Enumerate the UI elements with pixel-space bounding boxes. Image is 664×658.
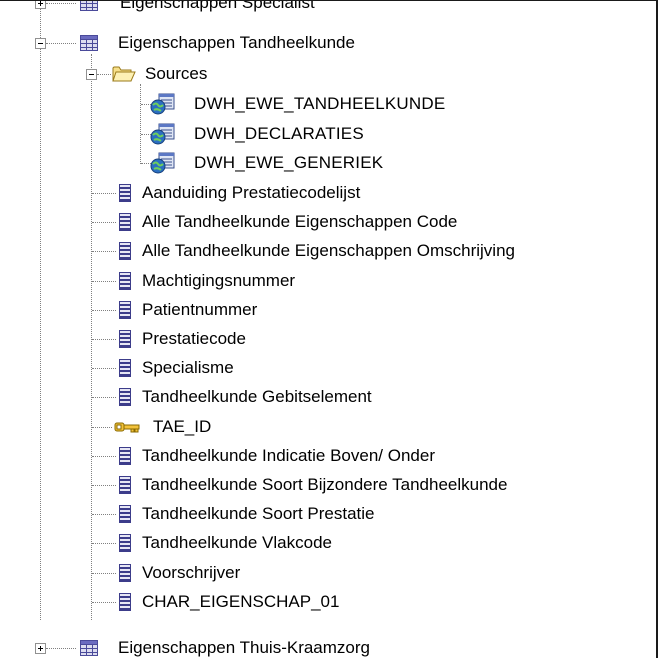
attribute-icon [119, 592, 131, 611]
tree-item-source[interactable]: DWH_DECLARATIES [0, 119, 656, 149]
tree-item-label: Eigenschappen Thuis-Kraamzorg [118, 638, 370, 657]
table-icon [80, 35, 98, 51]
tree-item-label: Eigenschappen Specialist [120, 0, 315, 12]
tree-item-attribute[interactable]: Patientnummer [0, 295, 656, 325]
attribute-icon [119, 534, 131, 553]
tree-item-label: Prestatiecode [142, 329, 246, 348]
tree-item-attribute[interactable]: Specialisme [0, 353, 656, 383]
tree-item-attribute[interactable]: Machtigingsnummer [0, 266, 656, 296]
tree-item-label: Machtigingsnummer [142, 270, 296, 290]
tree-item-attribute[interactable]: CHAR_EIGENSCHAP_01 [0, 587, 656, 617]
tree-item-label: Eigenschappen Tandheelkunde [118, 33, 355, 52]
attribute-icon [119, 271, 131, 290]
data-source-icon [150, 93, 175, 115]
tree-item-eigenschappen-specialist[interactable]: Eigenschappen Specialist [0, 0, 656, 18]
attribute-icon [119, 213, 131, 232]
dimension-tree: Eigenschappen Specialist Eigenschappen T… [0, 0, 656, 658]
tree-item-label: Aanduiding Prestatiecodelijst [142, 183, 361, 202]
tree-item-attribute[interactable]: Tandheelkunde Gebitselement [0, 382, 656, 412]
tree-item-label: Tandheelkunde Indicatie Boven/ Onder [142, 445, 435, 465]
tree-item-label: Patientnummer [142, 299, 258, 319]
data-source-icon [150, 123, 175, 144]
tree-item-attribute[interactable]: Tandheelkunde Soort Bijzondere Tandheelk… [0, 470, 656, 500]
attribute-icon [119, 242, 131, 261]
expand-icon[interactable] [35, 0, 46, 9]
tree-item-attribute[interactable]: Tandheelkunde Indicatie Boven/ Onder [0, 441, 656, 471]
tree-item-key-attribute[interactable]: TAE_ID [0, 412, 656, 442]
tree-item-sources-folder[interactable]: Sources [0, 59, 656, 89]
collapse-icon[interactable] [35, 38, 46, 49]
tree-item-label: Tandheelkunde Soort Prestatie [142, 504, 375, 524]
tree-item-label: Voorschrijver [142, 562, 241, 582]
tree-item-attribute[interactable]: Tandheelkunde Soort Prestatie [0, 499, 656, 529]
tree-item-source[interactable]: DWH_EWE_TANDHEELKUNDE [0, 89, 656, 119]
attribute-icon [119, 359, 131, 378]
tree-item-eigenschappen-thuis-kraamzorg[interactable]: Eigenschappen Thuis-Kraamzorg [0, 633, 656, 658]
attribute-icon [119, 388, 131, 407]
attribute-icon [119, 505, 131, 524]
attribute-icon [119, 300, 131, 319]
table-icon [80, 640, 98, 656]
tree-item-attribute[interactable]: Aanduiding Prestatiecodelijst [0, 178, 656, 208]
tree-item-label: DWH_DECLARATIES [194, 123, 364, 143]
tree-item-label: Tandheelkunde Vlakcode [142, 533, 332, 553]
folder-open-icon [112, 66, 136, 82]
tree-item-label: Specialisme [142, 358, 234, 378]
tree-item-attribute[interactable]: Tandheelkunde Vlakcode [0, 528, 656, 558]
tree-item-label: TAE_ID [153, 416, 212, 436]
attribute-icon [119, 476, 131, 494]
attribute-icon [119, 446, 131, 465]
expand-icon[interactable] [35, 643, 46, 654]
tree-item-label: Alle Tandheelkunde Eigenschappen Code [142, 212, 458, 232]
frame-border [0, 0, 658, 1]
attribute-icon [119, 330, 131, 348]
tree-item-label: DWH_EWE_TANDHEELKUNDE [194, 94, 446, 113]
tree-item-label: DWH_EWE_GENERIEK [194, 153, 384, 172]
collapse-icon[interactable] [86, 69, 97, 80]
tree-item-label: CHAR_EIGENSCHAP_01 [142, 591, 340, 611]
tree-item-attribute[interactable]: Voorschrijver [0, 558, 656, 588]
attribute-icon [119, 563, 131, 582]
tree-item-attribute[interactable]: Prestatiecode [0, 324, 656, 354]
table-icon [80, 0, 98, 11]
data-source-icon [150, 152, 175, 174]
attribute-icon [119, 184, 131, 202]
tree-item-label: Sources [145, 64, 208, 83]
tree-item-source[interactable]: DWH_EWE_GENERIEK [0, 148, 656, 178]
tree-item-label: Tandheelkunde Soort Bijzondere Tandheelk… [142, 475, 508, 494]
tree-item-eigenschappen-tandheelkunde[interactable]: Eigenschappen Tandheelkunde [0, 28, 656, 58]
key-icon [114, 422, 140, 433]
tree-item-attribute[interactable]: Alle Tandheelkunde Eigenschappen Omschri… [0, 236, 656, 266]
frame-border [656, 0, 658, 658]
tree-item-label: Alle Tandheelkunde Eigenschappen Omschri… [142, 241, 515, 261]
tree-item-attribute[interactable]: Alle Tandheelkunde Eigenschappen Code [0, 207, 656, 237]
tree-item-label: Tandheelkunde Gebitselement [142, 387, 372, 407]
